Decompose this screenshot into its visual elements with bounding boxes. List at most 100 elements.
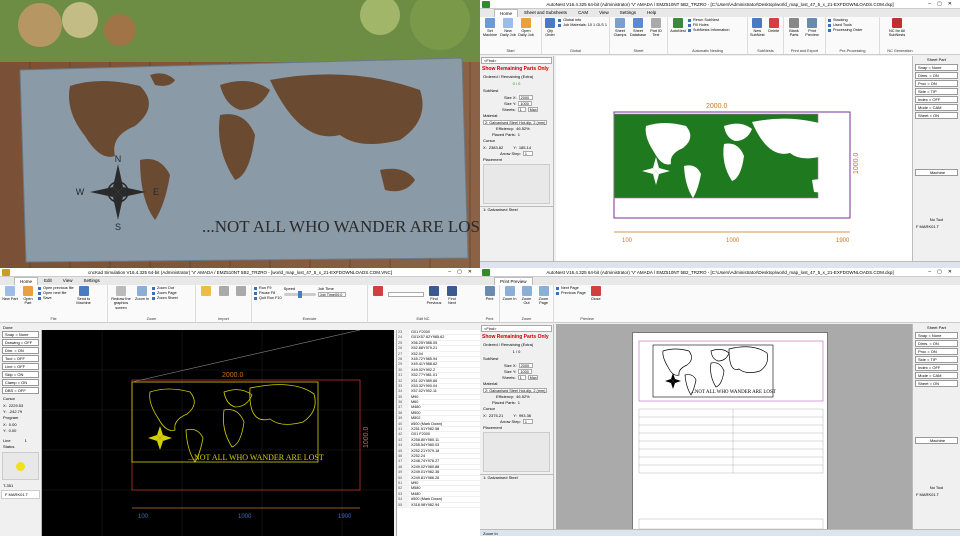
machine-button[interactable]: Machine bbox=[915, 169, 958, 176]
clamp-toggle[interactable]: Clamp = ON bbox=[2, 379, 39, 386]
show-remaining-parts-toggle[interactable]: Show Remaining Parts Only bbox=[480, 65, 553, 73]
subnests-information-button[interactable]: SubNests Information bbox=[688, 28, 730, 33]
speed-slider-thumb[interactable] bbox=[297, 291, 302, 298]
nc-for-all-subnests-button[interactable]: NC for All SubNests bbox=[882, 18, 912, 38]
side-toggle[interactable]: Side = TIP bbox=[915, 356, 958, 363]
window-controls[interactable]: –▢✕ bbox=[928, 0, 958, 8]
previous-page-button[interactable]: Previous Page bbox=[556, 291, 586, 296]
new-daily-job-button[interactable]: New Daily Job bbox=[500, 18, 516, 38]
machine-button[interactable]: Machine bbox=[915, 437, 958, 444]
dim-toggle[interactable]: Dim. = ON bbox=[2, 347, 39, 354]
find-nc-input[interactable] bbox=[388, 292, 424, 297]
nc-line-row[interactable]: 55 X318.98Y982.94 bbox=[397, 502, 480, 508]
tab-sheet-subsheets[interactable]: Sheet and Subsheets bbox=[519, 9, 572, 17]
sheets-max-button[interactable]: Max bbox=[527, 374, 538, 380]
sheet-toggle[interactable]: Sheet = ON bbox=[915, 380, 958, 387]
processing-order-button[interactable]: Processing Order bbox=[828, 28, 863, 33]
open-daily-job-button[interactable]: Open Daily Job bbox=[518, 18, 534, 38]
mode-toggle[interactable]: Mode = CAM bbox=[915, 104, 958, 111]
show-remaining-parts-toggle[interactable]: Show Remaining Parts Only bbox=[480, 333, 553, 341]
print-button[interactable]: Print bbox=[482, 286, 497, 301]
zoom-in-button[interactable]: Zoom In bbox=[134, 286, 150, 301]
save-button[interactable]: Save bbox=[38, 296, 74, 301]
tab-settings[interactable]: Settings bbox=[78, 277, 104, 285]
tab-view[interactable]: View bbox=[58, 277, 78, 285]
dbs-toggle[interactable]: DBS = OFF bbox=[2, 387, 39, 394]
size-x-input[interactable]: 2000 bbox=[518, 362, 533, 368]
index-toggle[interactable]: Index = OFF bbox=[915, 364, 958, 371]
drawing-toggle[interactable]: Drawing = OFF bbox=[2, 339, 39, 346]
import-button-2[interactable] bbox=[216, 286, 232, 297]
snap-toggle[interactable]: Snap = None bbox=[915, 64, 958, 71]
window-controls[interactable]: –▢✕ bbox=[928, 268, 958, 276]
size-x-input[interactable]: 2000 bbox=[518, 94, 533, 100]
window-controls[interactable]: –▢✕ bbox=[448, 268, 478, 276]
job-materials-select[interactable]: Job Materials: 10 1 GLS 1 bbox=[558, 23, 607, 28]
tab-cam[interactable]: CAM bbox=[573, 9, 593, 17]
sheets-input[interactable]: 1 bbox=[517, 374, 526, 380]
blank-parts-button[interactable]: Blank Parts bbox=[786, 18, 802, 38]
placement-pad[interactable] bbox=[483, 164, 550, 204]
nest-canvas[interactable]: 2000.0 1000.0 100 1000 1900 bbox=[556, 56, 912, 261]
snap-toggle[interactable]: Snap = None bbox=[2, 331, 39, 338]
snap-toggle[interactable]: Snap = None bbox=[915, 332, 958, 339]
part-id-text-button[interactable]: Part ID Text bbox=[648, 18, 664, 38]
simulation-canvas[interactable]: ...NOT ALL WHO WANDER ARE LOST 2000.0 10… bbox=[42, 330, 394, 536]
sheet-clamps-button[interactable]: Sheet Clamps bbox=[612, 18, 628, 38]
tab-home[interactable]: Home bbox=[14, 277, 39, 285]
find-previous-button[interactable]: Find Previous bbox=[426, 286, 442, 306]
material-list-item[interactable]: 1: Galvanised Steel bbox=[483, 207, 518, 212]
quit-run-button[interactable]: Quit Run F10 bbox=[254, 296, 282, 301]
send-to-machine-button[interactable]: Send to Machine bbox=[76, 286, 92, 306]
zoom-out-button[interactable]: Zoom Out bbox=[519, 286, 534, 306]
find-input[interactable]: <Find> bbox=[481, 57, 552, 64]
placement-pad[interactable] bbox=[483, 432, 550, 472]
tab-home[interactable]: Home bbox=[494, 9, 519, 17]
new-part-button[interactable]: New Part bbox=[2, 286, 18, 301]
sheet-database-button[interactable]: Sheet Database bbox=[630, 18, 646, 38]
delete-subnest-button[interactable]: Delete bbox=[767, 18, 781, 33]
sheet-toggle[interactable]: Sheet = ON bbox=[915, 112, 958, 119]
mode-toggle[interactable]: Mode = CAM bbox=[915, 372, 958, 379]
zoom-in-button[interactable]: Zoom In bbox=[502, 286, 517, 301]
import-button-1[interactable] bbox=[198, 286, 214, 297]
tab-settings[interactable]: Settings bbox=[615, 9, 641, 17]
material-select[interactable]: 2: Galvanised Steel Hot-dip, 2 (mm) bbox=[483, 387, 547, 393]
zoom-page-button[interactable]: Zoom Page bbox=[536, 286, 551, 306]
tab-print-preview[interactable]: Print Preview bbox=[494, 277, 533, 285]
proc-toggle[interactable]: Proc = ON bbox=[915, 348, 958, 355]
tab-edit[interactable]: Edit bbox=[39, 277, 57, 285]
tab-view[interactable]: View bbox=[594, 9, 614, 17]
print-preview-button[interactable]: Print Preview bbox=[804, 18, 820, 38]
nc-code-list[interactable]: 23 G01 F2000 24 G01X57.62Y985.62 25 X56.25Y98… bbox=[396, 330, 480, 536]
skip-toggle[interactable]: Skip = ON bbox=[2, 371, 39, 378]
index-toggle[interactable]: Index = OFF bbox=[915, 96, 958, 103]
sheets-input[interactable]: 1 bbox=[517, 106, 526, 112]
size-y-input[interactable]: 1000 bbox=[518, 368, 533, 374]
material-list-item[interactable]: 1: Galvanised Steel bbox=[483, 475, 518, 480]
arrow-step-input[interactable]: 1 bbox=[522, 418, 533, 424]
side-toggle[interactable]: Side = TIP bbox=[915, 88, 958, 95]
set-machine-button[interactable]: Set Machine bbox=[482, 18, 498, 38]
find-next-button[interactable]: Find Next bbox=[444, 286, 460, 306]
qty-order-button[interactable]: Qty Order bbox=[544, 18, 556, 38]
edit-nc-button[interactable] bbox=[370, 286, 386, 297]
material-select[interactable]: 2: Galvanised Steel Hot-dip, 2 (mm) bbox=[483, 119, 547, 125]
print-preview-canvas[interactable]: ...NOT ALL WHO WANDER ARE LOST bbox=[556, 324, 912, 529]
open-part-button[interactable]: Open Part bbox=[20, 286, 36, 306]
import-button-3[interactable] bbox=[233, 286, 249, 297]
close-preview-button[interactable]: Close bbox=[588, 286, 604, 301]
line-toggle[interactable]: Line = OFF bbox=[2, 363, 39, 370]
zoom-sheet-button[interactable]: Zoom Sheet bbox=[152, 296, 178, 301]
redraw-button[interactable]: Redraw the graphics screen bbox=[110, 286, 132, 310]
autonest-button[interactable]: AutoNest bbox=[670, 18, 686, 33]
proc-toggle[interactable]: Proc = ON bbox=[915, 80, 958, 87]
tab-help[interactable]: Help bbox=[642, 9, 661, 17]
sheets-max-button[interactable]: Max bbox=[527, 106, 538, 112]
size-y-input[interactable]: 1000 bbox=[518, 100, 533, 106]
tool-toggle[interactable]: Tool = OFF bbox=[2, 355, 39, 362]
arrow-step-input[interactable]: 1 bbox=[522, 150, 533, 156]
new-subnest-button[interactable]: New SubNest bbox=[750, 18, 765, 38]
speed-slider[interactable] bbox=[283, 291, 316, 298]
dims-toggle[interactable]: Dims. = ON bbox=[915, 72, 958, 79]
